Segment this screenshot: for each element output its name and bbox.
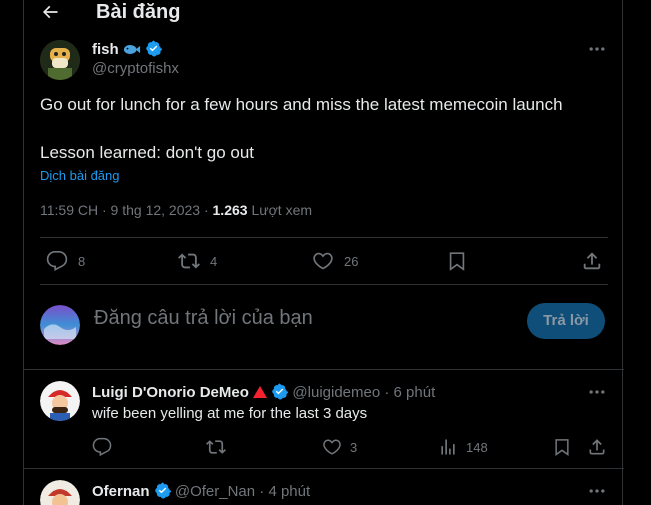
reply-header: Ofernan @Ofer_Nan · 4 phút <box>92 482 310 500</box>
retweet-button[interactable] <box>206 437 226 457</box>
like-button[interactable]: 26 <box>312 250 358 272</box>
my-avatar[interactable] <box>40 305 80 345</box>
reply-input[interactable]: Đăng câu trả lời của bạn <box>94 307 313 330</box>
top-bar: Bài đăng <box>24 0 624 26</box>
author-name[interactable]: fish <box>92 41 119 58</box>
translate-link[interactable]: Dịch bài đăng <box>40 168 120 183</box>
reply-button[interactable] <box>92 437 112 457</box>
red-triangle-icon <box>253 384 268 401</box>
reply-author-name[interactable]: Luigi D'Onorio DeMeo <box>92 384 249 401</box>
author-handle[interactable]: @cryptofishx <box>92 60 179 77</box>
retweet-icon <box>178 253 200 269</box>
reply-submit-button[interactable]: Trả lời <box>527 303 605 339</box>
like-icon <box>323 439 341 455</box>
bookmark-button[interactable] <box>552 437 572 457</box>
verified-icon <box>271 383 289 400</box>
reply-avatar[interactable] <box>40 480 80 505</box>
more-icon[interactable] <box>587 382 607 402</box>
reply-count: 8 <box>78 253 86 269</box>
post-column: Bài đăng fish @cryptofishx Go out for lu… <box>23 0 624 505</box>
views-count: 1.263 <box>212 202 248 218</box>
views-icon <box>441 439 455 455</box>
retweet-button[interactable]: 4 <box>178 250 217 272</box>
tweet-text-line-1: Go out for lunch for a few hours and mis… <box>40 95 563 114</box>
verified-icon <box>145 40 163 57</box>
like-count: 26 <box>344 253 359 269</box>
reply-button[interactable]: 8 <box>46 250 85 272</box>
reply-header: Luigi D'Onorio DeMeo @luigidemeo · 6 phú… <box>92 383 435 401</box>
bookmark-icon <box>449 252 465 271</box>
reply-text: wife been yelling at me for the last 3 d… <box>92 405 368 422</box>
divider <box>24 369 624 370</box>
like-count: 3 <box>350 439 358 455</box>
author-line: fish <box>92 40 163 59</box>
more-icon[interactable] <box>587 481 607 501</box>
tweet-text-line-2: Lesson learned: don't go out <box>40 143 255 162</box>
retweet-icon <box>206 440 226 454</box>
reply-icon <box>46 251 68 271</box>
share-icon <box>583 252 601 270</box>
more-icon[interactable] <box>587 39 607 59</box>
views-button[interactable]: 148 <box>438 437 488 457</box>
like-icon <box>313 252 333 270</box>
reply-icon <box>92 437 112 457</box>
reply-author-handle[interactable]: @luigidemeo <box>292 384 380 401</box>
reply-time[interactable]: · 6 phút <box>380 384 435 401</box>
tweet-meta: 11:59 CH · 9 thg 12, 2023 · 1.263 Lượt x… <box>40 202 312 218</box>
tweet-time[interactable]: 11:59 CH · 9 thg 12, 2023 · <box>40 202 213 218</box>
divider <box>40 284 608 285</box>
like-button[interactable]: 3 <box>322 437 357 457</box>
page-title: Bài đăng <box>96 1 181 23</box>
back-arrow-icon[interactable] <box>40 2 60 22</box>
views-count: 148 <box>466 439 488 455</box>
reply-time[interactable]: · 4 phút <box>255 483 310 500</box>
reply-author-handle[interactable]: @Ofer_Nan <box>175 483 255 500</box>
bookmark-button[interactable] <box>446 250 468 272</box>
bookmark-icon <box>555 439 569 456</box>
share-icon <box>589 439 605 455</box>
share-button[interactable] <box>581 250 603 272</box>
fish-emoji-icon <box>123 42 145 57</box>
divider <box>40 237 608 238</box>
reply-author-name[interactable]: Ofernan <box>92 483 150 500</box>
reply-avatar[interactable] <box>40 381 80 421</box>
retweet-count: 4 <box>210 253 218 269</box>
author-avatar[interactable] <box>40 40 80 80</box>
verified-icon <box>154 482 171 499</box>
divider <box>24 468 624 469</box>
views-label: Lượt xem <box>247 202 313 218</box>
share-button[interactable] <box>587 437 607 457</box>
